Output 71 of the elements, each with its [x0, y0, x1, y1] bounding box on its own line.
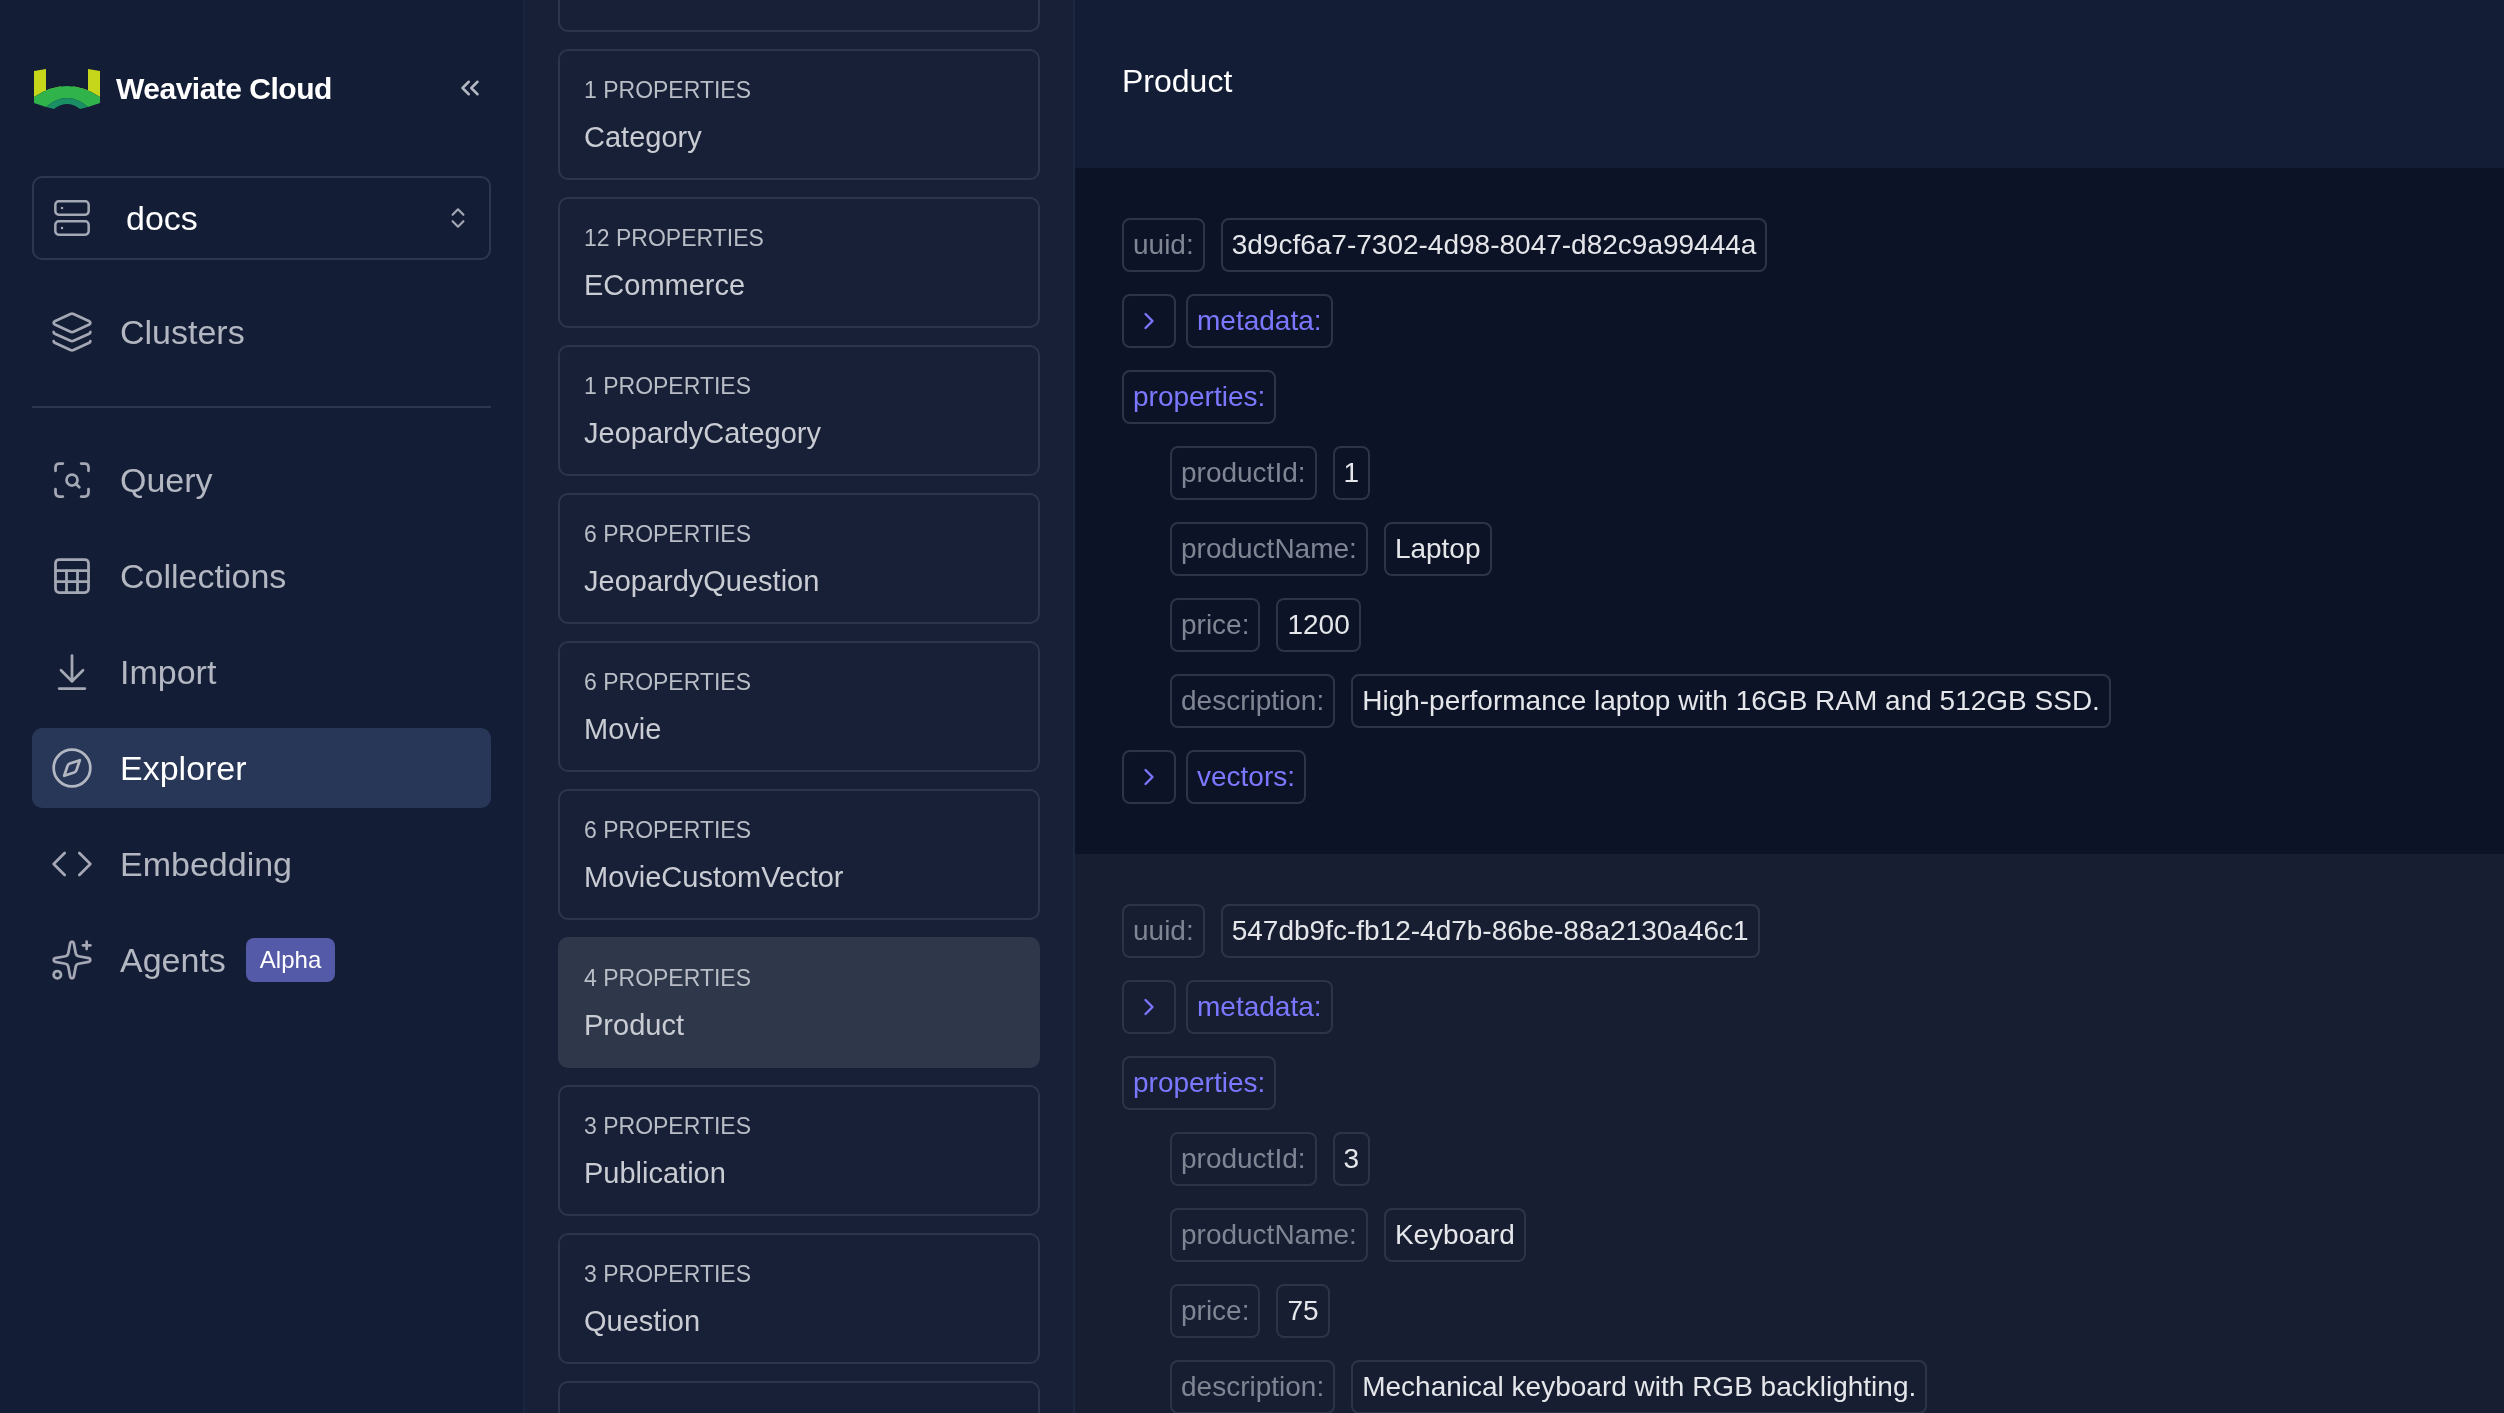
field-value: 1200 [1276, 598, 1361, 652]
nav-item[interactable]: Import [32, 632, 491, 712]
collection-name: MovieCustomVector [584, 859, 845, 895]
collection-name: Category [584, 119, 703, 155]
nav-item[interactable]: Embedding [32, 824, 491, 904]
logo-icon [32, 67, 102, 109]
field-key: description: [1170, 1360, 1336, 1413]
cluster-select[interactable]: docs [32, 176, 491, 260]
property-count: 1 PROPERTIES [584, 372, 753, 401]
field-key: uuid: [1122, 218, 1205, 272]
property-count: 4 PROPERTIES [584, 964, 753, 993]
field-key: productName: [1170, 1208, 1368, 1262]
field-key: price: [1170, 1284, 1261, 1338]
property-count: 6 PROPERTIES [584, 520, 753, 549]
nav-item[interactable]: Agents Alpha [32, 920, 491, 1000]
nav-item[interactable]: Collections [32, 536, 491, 616]
collection-card[interactable]: 3 PROPERTIES Publication [558, 1085, 1040, 1216]
field-key: properties: [1122, 1056, 1277, 1110]
sparkles-icon [50, 938, 94, 982]
field-value: 75 [1276, 1284, 1330, 1338]
property-count: 1 PROPERTIES [584, 76, 753, 105]
collection-card[interactable]: 1 PROPERTIES Category [558, 49, 1040, 180]
collection-name: Product [584, 1007, 685, 1043]
collection-card[interactable]: 6 PROPERTIES MovieCustomVector [558, 789, 1040, 920]
field-value: Mechanical keyboard with RGB backlighting. [1351, 1360, 1928, 1413]
nav-item[interactable]: Explorer [32, 728, 491, 808]
field-value: 1 [1332, 446, 1371, 500]
expand-button[interactable] [1122, 980, 1176, 1034]
nav-item[interactable]: Query [32, 440, 491, 520]
field-key: metadata: [1186, 294, 1333, 348]
collection-card[interactable]: 12 PROPERTIES ECommerce [558, 197, 1040, 328]
field-key: properties: [1122, 370, 1277, 424]
expand-button[interactable] [1122, 750, 1176, 804]
collection-name: Movie [584, 711, 663, 747]
collection-name: JeopardyQuestion [584, 563, 821, 599]
field-key: productId: [1170, 446, 1317, 500]
field-value: High-performance laptop with 16GB RAM and 512GB SSD. [1351, 674, 2111, 728]
property-count: 3 PROPERTIES [584, 1260, 753, 1289]
expand-button[interactable] [1122, 294, 1176, 348]
collection-card[interactable]: 6 PROPERTIES JeopardyQuestion [558, 493, 1040, 624]
field-key: productId: [1170, 1132, 1317, 1186]
property-count: 3 PROPERTIES [584, 1112, 753, 1141]
field-value: 547db9fc-fb12-4d7b-86be-88a2130a46c1 [1220, 904, 1760, 958]
compass-icon [50, 746, 94, 790]
collection-card[interactable]: 6 PROPERTIES Movie [558, 641, 1040, 772]
field-value: 3 [1332, 1132, 1371, 1186]
collection-name: Publication [584, 1155, 727, 1191]
field-value: Keyboard [1383, 1208, 1526, 1262]
collection-card[interactable]: 3 PROPERTIES Question [558, 1233, 1040, 1364]
collection-name: Question [584, 1303, 702, 1339]
property-count: 6 PROPERTIES [584, 816, 753, 845]
field-value: 3d9cf6a7-7302-4d98-8047-d82c9a99444a [1220, 218, 1768, 272]
field-key: productName: [1170, 522, 1368, 576]
property-count: 6 PROPERTIES [584, 668, 753, 697]
field-key: description: [1170, 674, 1336, 728]
nav-item[interactable]: Clusters [32, 292, 491, 372]
collection-name: ECommerce [584, 267, 747, 303]
collection-card[interactable]: 4 PROPERTIES Product [558, 937, 1040, 1068]
collection-name: JeopardyCategory [584, 415, 822, 451]
field-value: Laptop [1383, 522, 1492, 576]
field-key: uuid: [1122, 904, 1205, 958]
collection-card[interactable]: 1 PROPERTIES JeopardyCategory [558, 345, 1040, 476]
field-key: metadata: [1186, 980, 1333, 1034]
collection-title: Product [1122, 62, 1233, 101]
field-key: vectors: [1186, 750, 1307, 804]
field-key: price: [1170, 598, 1261, 652]
alpha-badge: Alpha [245, 938, 336, 982]
server-icon [52, 198, 92, 238]
property-count: 12 PROPERTIES [584, 224, 765, 253]
brand-name: Weaviate Cloud [116, 70, 332, 107]
layers-icon [50, 310, 94, 354]
